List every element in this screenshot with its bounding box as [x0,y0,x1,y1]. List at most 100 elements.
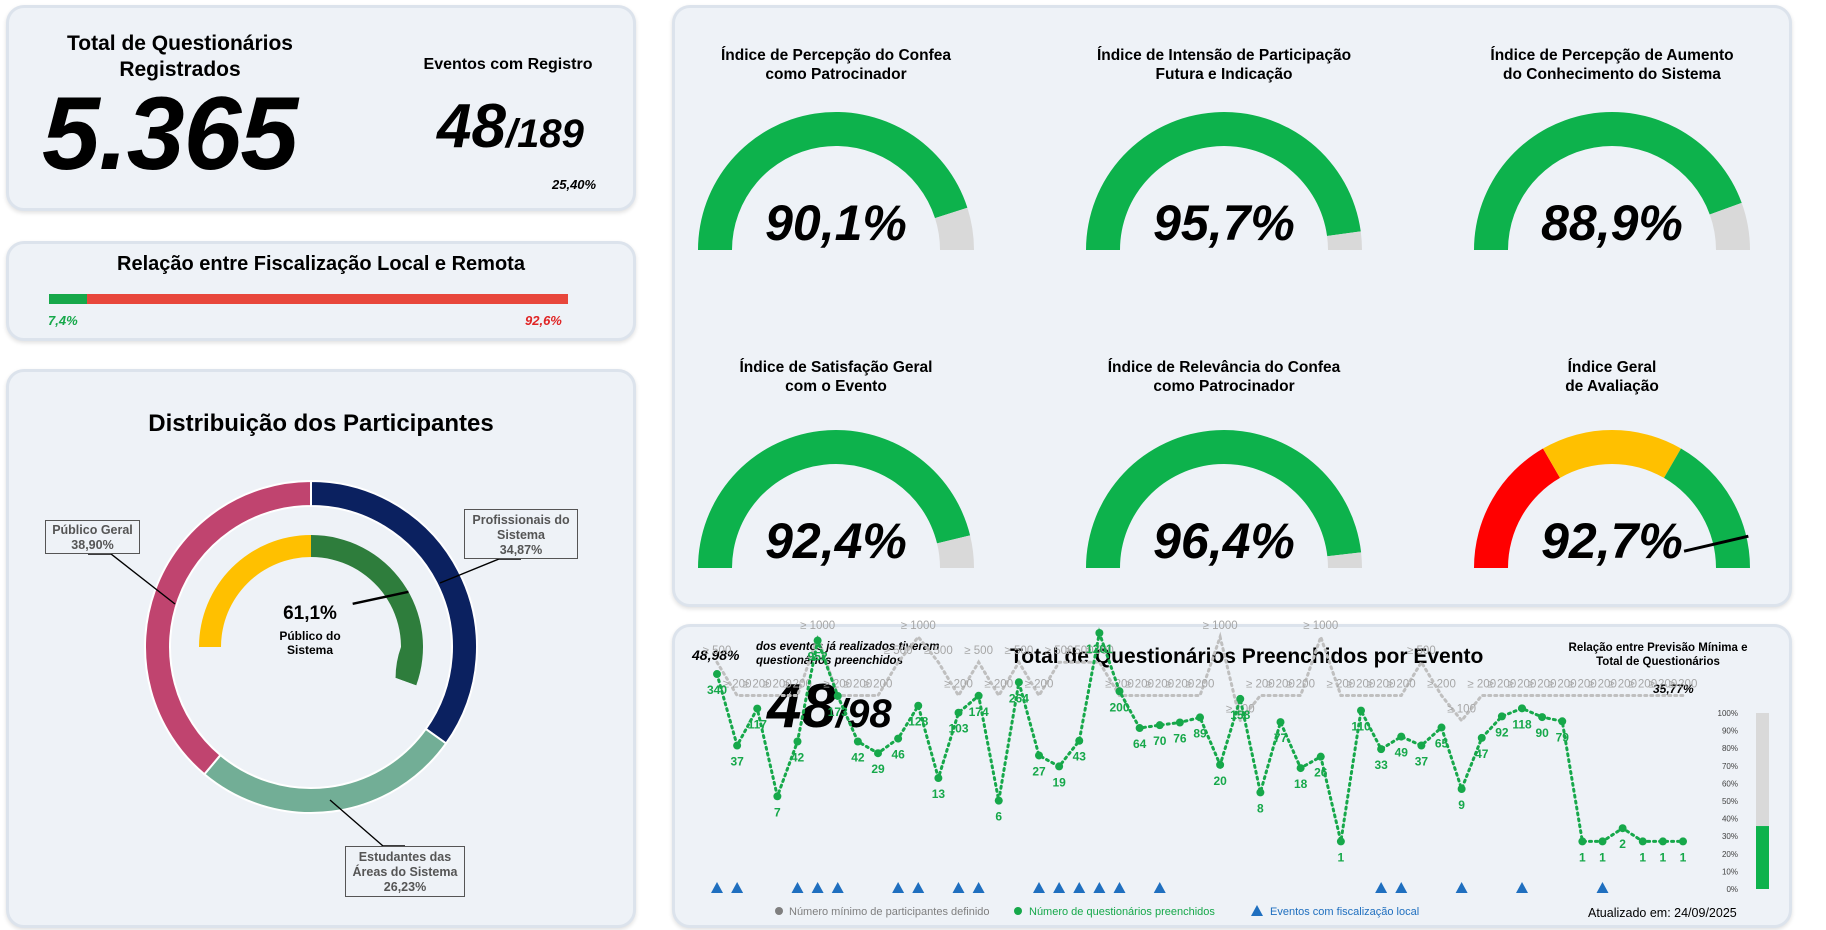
count-label-31: 26 [1314,766,1328,780]
count-point-3 [753,704,762,713]
count-point-2 [733,741,742,750]
side-bar-remaining [1756,713,1769,827]
min-label-25: ≥ 200 [1186,679,1215,691]
count-label-4: 7 [774,805,781,819]
side-bar-tick-1: 10% [1722,867,1738,876]
count-point-7 [833,691,842,700]
count-point-13 [954,708,963,717]
count-point-17 [1035,751,1043,760]
count-label-7: 173 [828,705,848,719]
count-point-30 [1296,764,1305,773]
side-bar-tick-0: 0% [1726,885,1738,894]
count-label-33: 110 [1351,720,1371,734]
count-point-11 [914,701,923,710]
count-point-18 [1055,762,1064,771]
count-point-14 [974,691,983,700]
local-event-marker-6 [892,882,905,893]
count-point-32 [1336,837,1345,846]
min-label-49: ≥ 200 [1669,679,1698,691]
count-point-49 [1679,837,1687,846]
local-event-marker-1 [711,882,723,893]
count-point-1 [713,670,721,679]
count-label-26: 20 [1213,774,1227,788]
count-point-34 [1377,745,1386,754]
count-label-39: 47 [1475,747,1489,761]
count-point-5 [793,737,802,746]
count-label-3: 117 [748,718,768,732]
min-label-36: ≥ 500 [1407,645,1436,657]
count-label-19: 43 [1073,750,1087,764]
side-bar-value [1756,826,1769,889]
count-label-13: 103 [948,722,968,736]
local-event-marker-8 [952,882,965,893]
min-label-17: ≥ 200 [1025,679,1054,691]
count-point-37 [1437,723,1446,732]
count-label-36: 37 [1415,755,1429,769]
legend-local-label: Eventos com fiscalização local [1270,906,1419,918]
count-point-44 [1578,837,1587,846]
count-label-34: 33 [1374,758,1388,772]
count-label-22: 64 [1133,737,1147,751]
min-label-12: ≥ 500 [924,645,953,657]
count-label-25: 89 [1193,726,1207,740]
count-label-12: 13 [932,787,946,801]
local-event-marker-12 [1073,882,1086,893]
count-point-16 [1014,678,1023,687]
count-point-22 [1135,724,1144,733]
count-label-45: 1 [1599,850,1606,864]
local-event-marker-10 [1033,882,1045,893]
updated-date: Atualizado em: 24/09/2025 [1588,906,1737,920]
count-point-47 [1638,837,1647,846]
count-label-5: 42 [791,750,805,764]
count-label-41: 118 [1512,717,1532,731]
local-event-marker-18 [1455,882,1468,893]
count-point-26 [1216,760,1225,769]
count-label-37: 65 [1435,737,1449,751]
count-label-38: 9 [1458,798,1465,812]
local-event-marker-4 [811,882,824,893]
legend-local-marker [1251,905,1263,916]
count-label-24: 76 [1173,732,1187,746]
count-label-18: 19 [1052,775,1066,789]
count-point-6 [813,636,822,645]
count-label-42: 90 [1535,726,1549,740]
side-bar-tick-5: 50% [1722,797,1738,806]
count-point-23 [1155,721,1164,730]
count-label-23: 70 [1153,734,1167,748]
count-label-27: 158 [1230,708,1250,722]
local-event-marker-14 [1113,882,1126,893]
count-label-6: 952 [808,650,828,664]
local-event-marker-2 [731,882,744,893]
count-point-42 [1538,713,1547,722]
count-point-19 [1075,736,1084,745]
local-event-marker-9 [972,882,985,893]
count-point-20 [1095,629,1104,638]
count-label-9: 29 [871,762,885,776]
min-label-16: ≥ 500 [1005,645,1034,657]
count-point-36 [1417,741,1426,750]
count-point-48 [1658,837,1667,846]
local-event-marker-16 [1375,882,1388,893]
count-point-21 [1115,687,1124,696]
count-point-27 [1236,694,1245,703]
count-label-43: 79 [1556,730,1570,744]
legend-count-marker [1014,907,1022,915]
count-label-35: 49 [1395,746,1409,760]
min-label-1: ≥ 500 [703,645,732,657]
count-label-17: 27 [1032,764,1046,778]
count-label-30: 18 [1294,777,1308,791]
count-label-47: 1 [1639,850,1646,864]
count-point-38 [1457,785,1466,793]
count-point-39 [1477,733,1486,742]
legend-min-label: Número mínimo de participantes definido [789,906,990,918]
min-label-11: ≥ 1000 [901,620,936,632]
count-label-44: 1 [1579,850,1586,864]
count-point-9 [874,749,882,758]
side-bar-tick-10: 100% [1718,709,1738,718]
min-label-14: ≥ 500 [964,645,993,657]
count-label-14: 174 [969,705,989,719]
local-event-marker-3 [791,882,804,893]
count-point-29 [1276,718,1285,727]
count-point-25 [1196,713,1204,722]
count-label-11: 128 [908,715,928,729]
